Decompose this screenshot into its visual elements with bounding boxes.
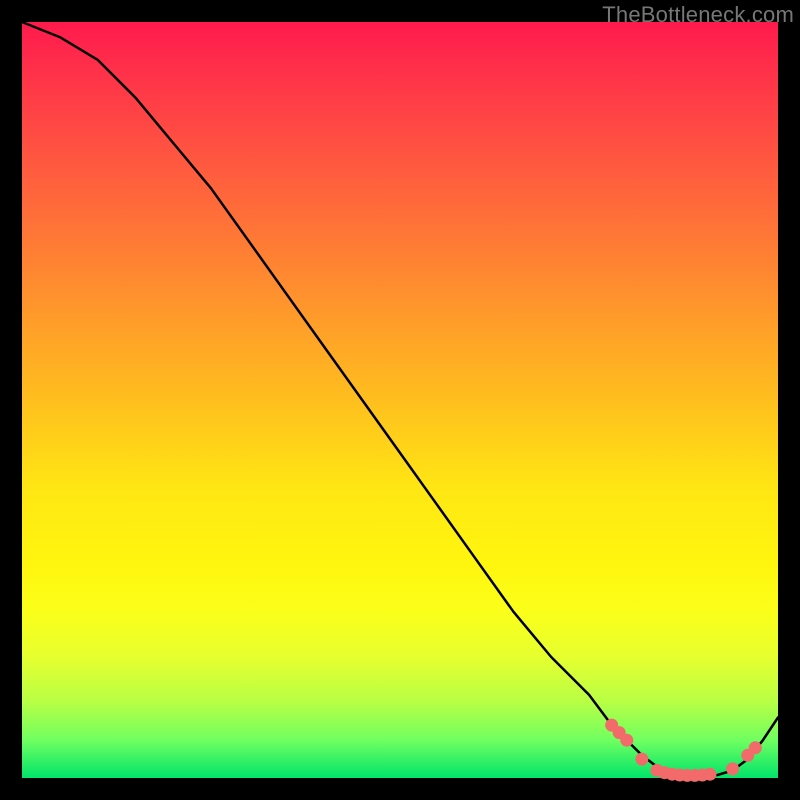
marker-group (605, 719, 762, 782)
marker-dot (704, 768, 717, 781)
marker-dot (620, 734, 633, 747)
chart-svg (22, 22, 778, 778)
marker-dot (749, 741, 762, 754)
marker-dot (635, 753, 648, 766)
chart-frame: TheBottleneck.com (0, 0, 800, 800)
watermark-text: TheBottleneck.com (602, 2, 794, 28)
marker-dot (726, 762, 739, 775)
bottleneck-curve (22, 22, 778, 776)
chart-plot-area (22, 22, 778, 778)
